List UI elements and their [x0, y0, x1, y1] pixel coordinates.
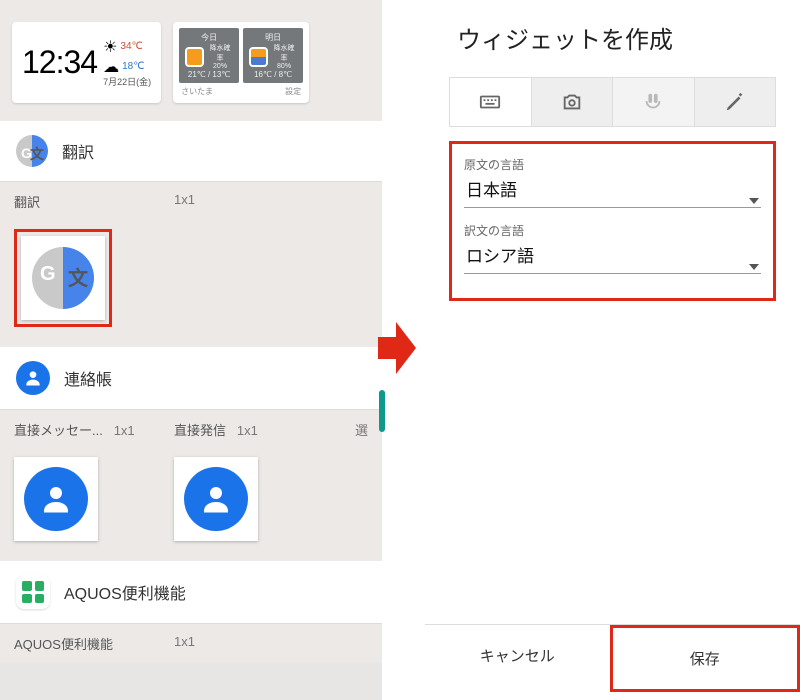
weather-location: さいたま — [181, 86, 213, 97]
aquos-app-header[interactable]: AQUOS便利機能 — [0, 561, 382, 624]
translate-app-label: 翻訳 — [62, 139, 94, 163]
weather-tomorrow: 明日 降水確率80% 16℃ / 8℃ — [243, 28, 303, 83]
source-language-value: 日本語 — [464, 173, 761, 208]
keyboard-icon — [479, 91, 501, 113]
cancel-button[interactable]: キャンセル — [425, 625, 610, 692]
clock-weather-widget[interactable]: 12:34 ☀34℃ ☁18℃ 7月22日(金) — [12, 22, 161, 103]
direct-message-widget-1x1[interactable] — [14, 457, 98, 541]
dialog-footer: キャンセル 保存 — [425, 624, 800, 692]
cutoff-text: 選 — [355, 420, 368, 439]
sun-icon — [185, 47, 204, 67]
weather-today: 今日 降水確率20% 21℃ / 13℃ — [179, 28, 239, 83]
aquos-icon — [16, 575, 50, 609]
direct-call-widget-1x1[interactable] — [174, 457, 258, 541]
contacts-icon — [184, 467, 248, 531]
tab-handwrite[interactable] — [695, 78, 776, 126]
highlight-translate-widget: G文 — [14, 229, 112, 327]
source-language-label: 原文の言語 — [464, 156, 761, 173]
annotation-arrow — [382, 320, 430, 375]
contacts-icon — [24, 467, 88, 531]
widget-picker-screen: 12:34 ☀34℃ ☁18℃ 7月22日(金) 今日 降水確率20% 21℃ … — [0, 0, 382, 700]
translate-icon: G文 — [16, 135, 48, 167]
mic-icon — [642, 91, 664, 113]
input-mode-tabs — [449, 77, 776, 127]
translate-widget-1x1[interactable]: G文 — [21, 236, 105, 320]
page-title: ウィジェットを作成 — [449, 20, 776, 55]
scrollbar-thumb[interactable] — [379, 390, 385, 432]
weather-settings[interactable]: 設定 — [285, 86, 301, 97]
target-language-value: ロシア語 — [464, 239, 761, 274]
translate-widget-row-header: 翻訳 1x1 — [0, 182, 382, 221]
aquos-app-label: AQUOS便利機能 — [64, 580, 186, 604]
clock-meta: ☀34℃ ☁18℃ 7月22日(金) — [103, 37, 151, 89]
cloud-icon: ☁ — [103, 57, 119, 77]
aquos-widget-row-header: AQUOS便利機能 1x1 — [0, 624, 382, 663]
tab-voice — [613, 78, 695, 126]
tab-keyboard[interactable] — [450, 78, 532, 126]
translate-app-header[interactable]: G文 翻訳 — [0, 121, 382, 182]
top-widget-previews: 12:34 ☀34℃ ☁18℃ 7月22日(金) 今日 降水確率20% 21℃ … — [0, 0, 382, 121]
arrow-right-icon — [396, 322, 416, 374]
clock-time: 12:34 — [22, 44, 97, 81]
target-language-select[interactable]: 訳文の言語 ロシア語 — [464, 218, 761, 284]
weather-widget[interactable]: 今日 降水確率20% 21℃ / 13℃ 明日 降水確率80% 16℃ / 8℃… — [173, 22, 309, 103]
chevron-down-icon — [749, 264, 759, 270]
tab-camera[interactable] — [532, 78, 614, 126]
highlight-language-selectors: 原文の言語 日本語 訳文の言語 ロシア語 — [449, 141, 776, 301]
contacts-app-label: 連絡帳 — [64, 366, 112, 390]
contacts-app-header[interactable]: 連絡帳 — [0, 347, 382, 410]
source-language-select[interactable]: 原文の言語 日本語 — [464, 152, 761, 218]
target-language-label: 訳文の言語 — [464, 222, 761, 239]
chevron-down-icon — [749, 198, 759, 204]
pen-icon — [724, 91, 746, 113]
translate-icon: G文 — [32, 247, 94, 309]
sun-icon: ☀ — [103, 37, 117, 57]
sun-rain-icon — [249, 47, 268, 67]
save-button[interactable]: 保存 — [610, 625, 800, 692]
camera-icon — [561, 91, 583, 113]
contacts-icon — [16, 361, 50, 395]
create-widget-screen: ウィジェットを作成 原文の言語 日本語 訳文の言語 ロシア語 — [425, 0, 800, 700]
clock-date: 7月22日(金) — [103, 77, 151, 89]
contacts-widget-row-header: 直接メッセー... 1x1 直接発信 1x1 選 — [0, 410, 382, 449]
